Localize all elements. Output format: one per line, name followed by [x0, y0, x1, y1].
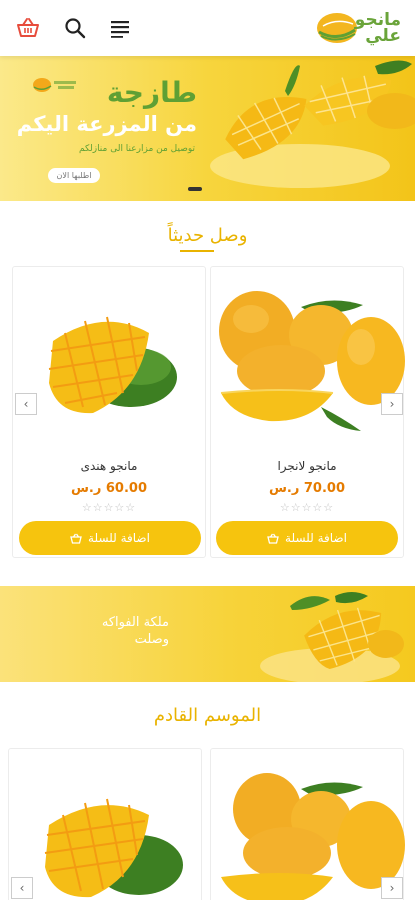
promo-banner[interactable]: ملكة الفواكه وصلت	[0, 586, 415, 682]
order-now-button[interactable]: اطلبها الان	[48, 168, 100, 183]
next-season-title: الموسم القادم	[153, 705, 262, 726]
search-icon[interactable]	[62, 15, 88, 41]
title-underline	[180, 250, 214, 252]
top-header: مانجو علي	[0, 0, 415, 56]
product-card[interactable]: ‹	[8, 748, 202, 900]
product-image[interactable]	[211, 749, 405, 900]
hero-brand-logo	[32, 76, 78, 94]
product-price: 70.00 ر.س	[268, 481, 345, 496]
brand-logo[interactable]: مانجو علي	[315, 8, 405, 48]
carousel-next-button[interactable]: ›	[381, 877, 403, 899]
carousel-prev-button[interactable]: ‹	[15, 393, 37, 415]
carousel-next-button[interactable]: ›	[381, 393, 403, 415]
product-image[interactable]	[9, 749, 201, 900]
promo-line-2: وصلت	[134, 632, 169, 647]
add-to-cart-label: اضافة للسلة	[88, 531, 150, 545]
rating-stars: ☆☆☆☆☆	[279, 501, 335, 514]
basket-icon	[267, 533, 279, 544]
carousel-prev-button[interactable]: ‹	[11, 877, 33, 899]
carousel-indicator[interactable]	[188, 187, 202, 191]
hero-title: طازجة	[106, 76, 197, 109]
new-arrivals-title: وصل حديثاً	[167, 225, 248, 246]
hero-subtitle: من المزرعة اليكم	[16, 112, 197, 136]
add-to-cart-button[interactable]: اضافة للسلة	[216, 521, 398, 555]
menu-icon[interactable]	[107, 15, 133, 41]
add-to-cart-button[interactable]: اضافة للسلة	[19, 521, 201, 555]
product-card[interactable]: مانجو لانجرا 70.00 ر.س ☆☆☆☆☆ اضافة للسلة…	[210, 266, 405, 558]
product-image[interactable]	[211, 267, 405, 447]
product-price: 60.00 ر.س	[70, 481, 147, 496]
basket-icon	[70, 533, 82, 544]
add-to-cart-label: اضافة للسلة	[285, 531, 347, 545]
promo-line-1: ملكة الفواكه	[101, 615, 169, 630]
product-name[interactable]: مانجو لانجرا	[211, 459, 403, 473]
product-image[interactable]	[13, 267, 205, 447]
product-card[interactable]: ›	[210, 748, 405, 900]
product-card[interactable]: مانجو هندى 60.00 ر.س ☆☆☆☆☆ اضافة للسلة ‹	[12, 266, 206, 558]
hero-description: توصيل من مزارعنا الى منازلكم	[79, 144, 195, 154]
promo-text: ملكة الفواكه وصلت	[102, 614, 169, 648]
rating-stars: ☆☆☆☆☆	[81, 501, 137, 514]
basket-icon[interactable]	[15, 15, 41, 41]
hero-banner[interactable]: طازجة من المزرعة اليكم توصيل من مزارعنا …	[0, 56, 415, 201]
brand-name: مانجو علي	[354, 10, 401, 46]
product-name[interactable]: مانجو هندى	[13, 459, 205, 473]
